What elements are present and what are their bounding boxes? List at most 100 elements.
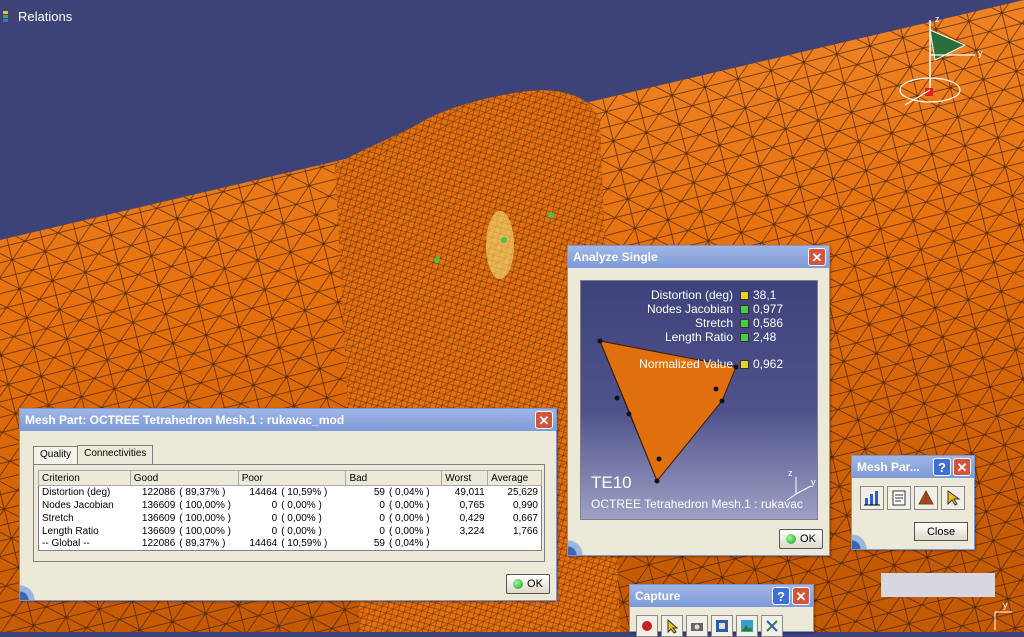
mesh-part-titlebar[interactable]: Mesh Part: OCTREE Tetrahedron Mesh.1 : r… [20,409,556,431]
tools-icon[interactable] [761,615,783,637]
table-cell-percent: ( 0,00% ) [388,512,430,524]
node-marker [434,257,440,263]
close-button[interactable]: ✕ [792,587,810,605]
help-button[interactable]: ? [933,458,951,476]
table-cell-count: 136609 [141,512,176,524]
column-header[interactable]: Criterion [38,470,131,486]
table-cell-count: 14464 [249,538,278,550]
tab-quality[interactable]: Quality [33,446,79,465]
table-cell-average: 0,990 [512,499,538,511]
image-icon[interactable] [736,615,758,637]
table-cell-poor: 0( 0,00% ) [238,512,346,525]
table-cell-percent: ( 0,00% ) [388,499,430,511]
close-button[interactable]: ✕ [535,411,553,429]
element-view[interactable]: z y Distortion (deg) 38,1 Nodes Jacobian 0,… [580,280,818,520]
table-cell-count: 0 [379,499,385,511]
table-cell-percent: ( 10,59% ) [281,486,328,498]
metric-label: Normalized Value [639,357,733,371]
ok-button[interactable]: OK [506,574,550,594]
table-cell-percent: ( 100,00% ) [179,499,231,511]
tree-root[interactable]: Relations [0,9,72,24]
table-cell-good: 136609( 100,00% ) [130,525,238,538]
column-header[interactable]: Good [129,470,239,486]
element-type-label: TE10 [591,473,632,492]
table-row[interactable]: Distortion (deg) 122086( 89,37% ) 14464( 1… [39,486,542,499]
table-cell-count: 0 [379,512,385,524]
table-cell-average: 1,766 [512,525,538,537]
table-cell-criterion: Length Ratio [42,525,99,537]
column-header[interactable]: Average [487,470,542,486]
metric-row: Normalized Value [581,357,733,371]
record-icon[interactable] [636,615,658,637]
table-cell-worst: 0,429 [459,512,485,524]
table-cell-bad: 0( 0,00% ) [346,525,442,538]
metric-label: Length Ratio [664,330,733,344]
table-cell-good: 136609( 100,00% ) [130,499,238,512]
mesh-part-title: Mesh Part: OCTREE Tetrahedron Mesh.1 : r… [25,413,345,427]
report-icon[interactable] [887,486,911,510]
capture-titlebar[interactable]: Capture ? ✕ [630,585,813,607]
column-header[interactable]: Poor [237,470,347,486]
table-cell-worst: 3,224 [459,525,485,537]
metric-value: 0,962 [753,357,784,371]
table-cell-criterion: Distortion (deg) [42,486,111,498]
element-icon[interactable] [914,486,938,510]
ok-label: OK [800,533,816,545]
table-cell-count: 0 [379,525,385,537]
capture-tools [636,615,783,637]
table-cell-bad: 59( 0,04% ) [346,486,442,499]
metric-value: 2,48 [753,330,777,344]
table-cell-percent: ( 100,00% ) [179,525,231,537]
table-cell-bad: 0( 0,00% ) [346,499,442,512]
metric-row: Distortion (deg) [581,288,733,302]
quality-table: Criterion Good Poor Bad Worst Average Di… [38,470,542,551]
analyze-titlebar[interactable]: Analyze Single ✕ [568,246,829,268]
table-cell-percent: ( 0,04% ) [388,538,430,550]
close-dialog-button[interactable]: Close [914,522,968,541]
column-header[interactable]: Worst [441,470,489,486]
table-cell-poor: 14464( 10,59% ) [238,538,346,551]
mesh-part-toolbar-title: Mesh Par... [857,460,920,474]
table-cell-average: 0,667 [512,512,538,524]
help-button[interactable]: ? [772,587,790,605]
metric-label: Stretch [694,316,733,330]
table-cell-percent: ( 10,59% ) [281,538,328,550]
close-button[interactable]: ✕ [808,248,826,266]
mesh-part-toolbar-titlebar[interactable]: Mesh Par... ? ✕ [852,456,974,478]
table-cell-count: 14464 [249,486,278,498]
table-cell-criterion: Stretch [42,512,74,524]
metric-label: Distortion (deg) [650,288,733,302]
album-icon[interactable] [711,615,733,637]
select-icon[interactable] [661,615,683,637]
catia-logo [568,529,612,555]
highlight-spot [486,211,514,279]
table-row[interactable]: Nodes Jacobian 136609( 100,00% ) 0( 0,00% … [39,499,542,512]
table-cell-percent: ( 100,00% ) [179,512,231,524]
table-cell-percent: ( 0,00% ) [388,525,430,537]
status-indicator-icon [740,360,749,369]
metric-value: 0,586 [753,316,784,330]
table-cell-percent: ( 0,00% ) [281,499,322,511]
quality-panel: Criterion Good Poor Bad Worst Average Di… [33,464,545,562]
table-row[interactable]: Length Ratio 136609( 100,00% ) 0( 0,00% ) 0… [39,525,542,538]
ok-icon [786,534,797,544]
analyze-title: Analyze Single [573,250,658,264]
view-z-label: z [788,468,793,478]
table-row[interactable]: -- Global -- 122086( 89,37% ) 14464( 10,59… [39,538,542,551]
mesh-name-label: OCTREE Tetrahedron Mesh.1 : rukavac [591,497,803,511]
ok-button[interactable]: OK [779,529,823,549]
table-row[interactable]: Stretch 136609( 100,00% ) 0( 0,00% ) 0( 0,0… [39,512,542,525]
bar-chart-icon[interactable] [860,486,884,510]
camera-icon[interactable] [686,615,708,637]
metric-row: Nodes Jacobian [581,302,733,316]
status-indicator-icon [740,319,749,328]
close-button[interactable]: ✕ [953,458,971,476]
column-header[interactable]: Bad [345,470,443,486]
status-indicator-icon [740,333,749,342]
table-cell-count: 59 [373,486,385,498]
mesh-part-dialog: Mesh Part: OCTREE Tetrahedron Mesh.1 : r… [19,408,557,601]
pointer-icon[interactable] [941,486,965,510]
table-cell-worst: 49,011 [454,486,485,498]
tab-connectivities[interactable]: Connectivities [77,445,154,464]
table-cell-count: 136609 [141,499,176,511]
